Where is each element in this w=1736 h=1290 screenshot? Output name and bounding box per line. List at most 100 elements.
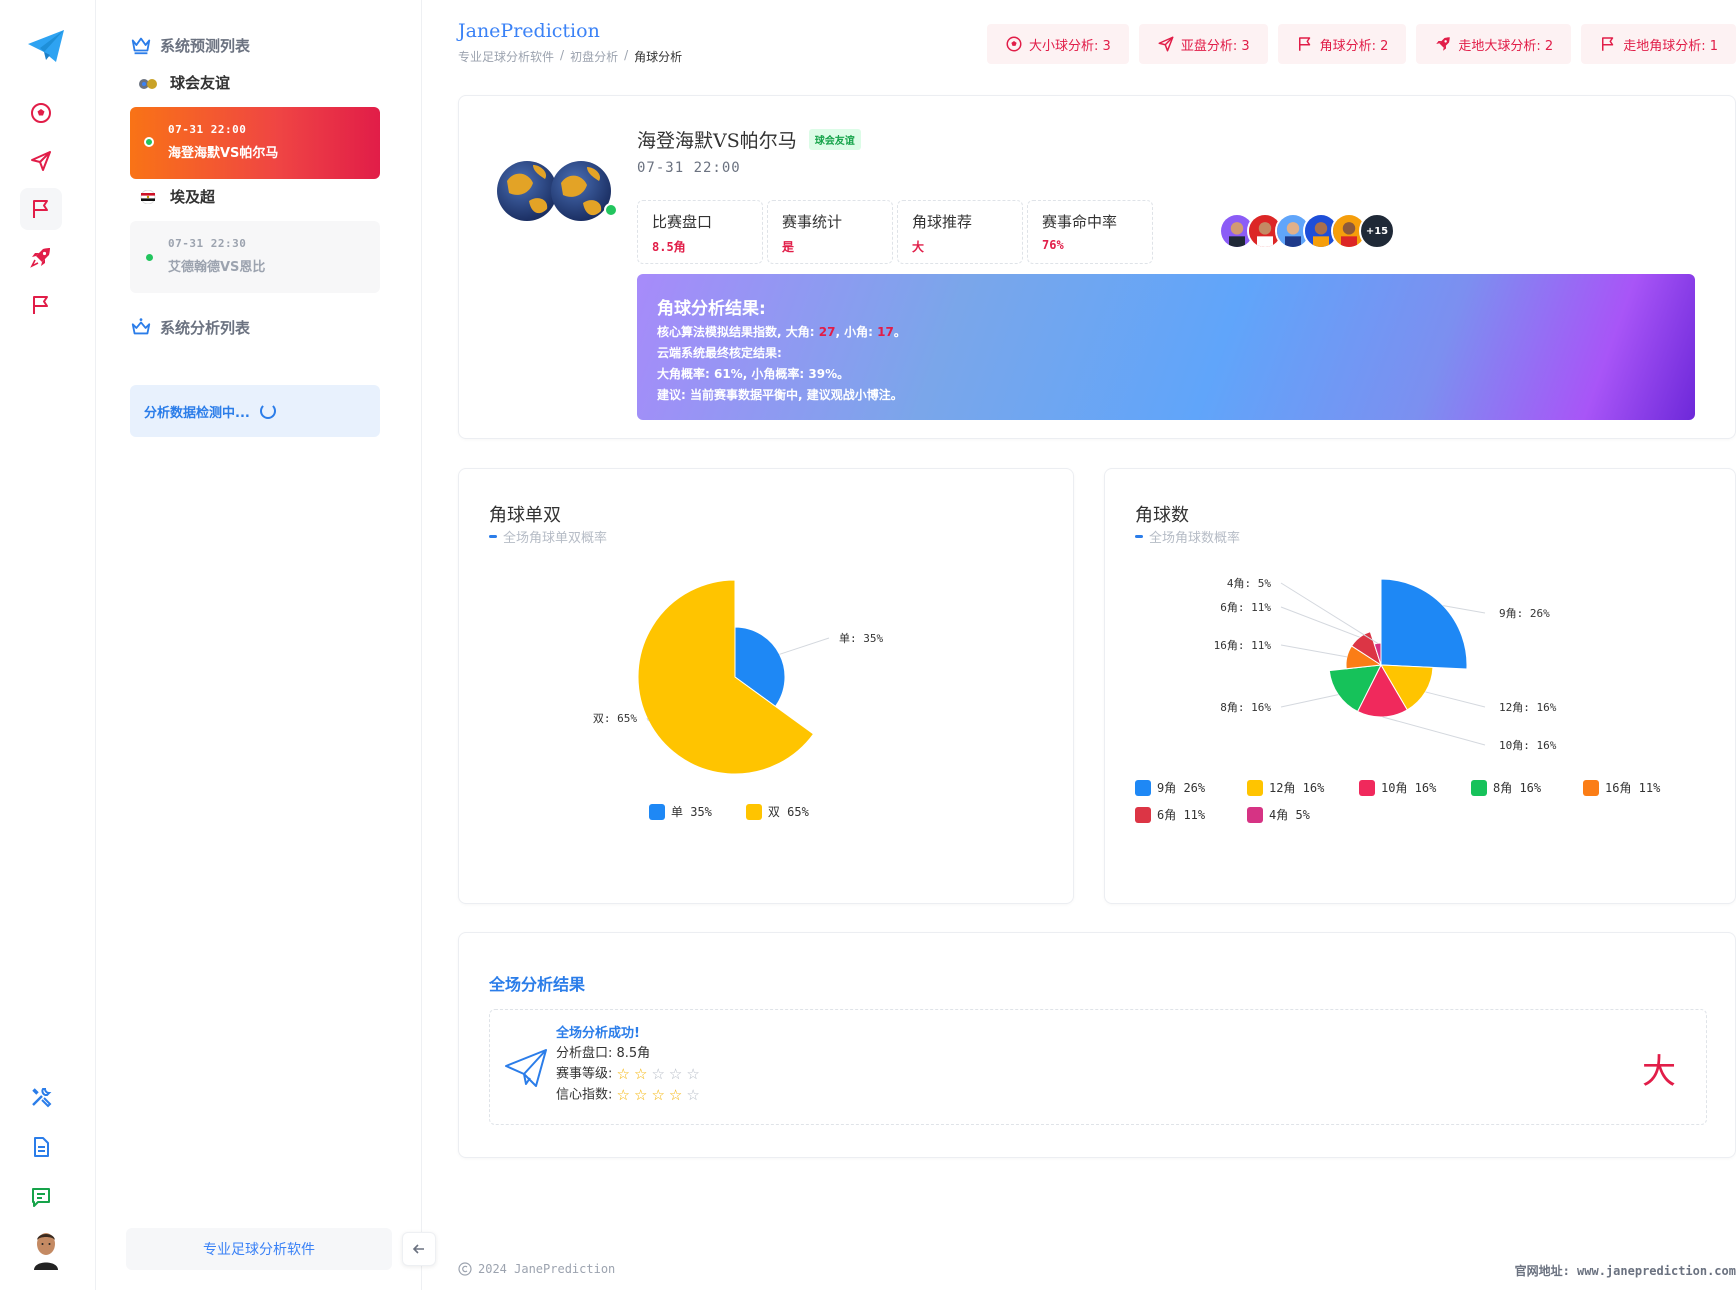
star-empty-icon: ☆ — [686, 1065, 700, 1083]
breadcrumb: 专业足球分析软件 / 初盘分析 / 角球分析 — [458, 48, 683, 65]
pill-goals-analysis[interactable]: 大小球分析: 3 — [987, 24, 1129, 64]
rating-stars: ☆ ☆ ☆ ☆ ☆ — [617, 1085, 700, 1105]
legend-swatch — [1359, 779, 1375, 796]
label-leader-line — [1425, 691, 1486, 708]
legend-item[interactable]: 9角 26% — [1135, 779, 1247, 796]
sidebar-footer-button[interactable]: 专业足球分析软件 — [126, 1228, 392, 1270]
legend-item[interactable]: 单 35% — [649, 803, 712, 820]
flag-icon[interactable] — [20, 188, 62, 230]
legend-swatch — [745, 803, 762, 820]
final-tip: 大 — [1642, 1052, 1676, 1092]
match-name: 艾德翰德VS恩比 — [168, 260, 266, 275]
match-time: 07-31 22:00 — [637, 160, 741, 176]
legend-swatch — [1247, 779, 1263, 796]
tools-icon[interactable] — [20, 1076, 62, 1118]
rocket-icon[interactable] — [20, 236, 62, 278]
breadcrumb-item[interactable]: 专业足球分析软件 — [458, 48, 554, 65]
legend-item[interactable]: 8角 16% — [1471, 779, 1583, 796]
odd-even-pie-chart: 单: 35% 双: 65% — [593, 579, 883, 775]
pill-label: 亚盘分析: 3 — [1180, 38, 1250, 54]
legend-label: 单 35% — [671, 805, 712, 819]
result-line-index: 核心算法模拟结果指数, 大角: 27, 小角: 17。 — [657, 325, 906, 339]
big-corner-index: 27 — [818, 325, 836, 339]
send-icon[interactable] — [20, 140, 62, 182]
analysis-list-label: 系统分析列表 — [160, 318, 251, 337]
legend-label: 12角 16% — [1269, 781, 1325, 795]
pie-label: 单: 35% — [839, 632, 883, 645]
breadcrumb-current: 角球分析 — [634, 50, 683, 64]
legend-item[interactable]: 12角 16% — [1247, 779, 1359, 796]
label-leader-line — [1382, 716, 1486, 746]
pie-label: 16角: 11% — [1214, 639, 1272, 652]
chart-legend: 9角 26% 12角 16% 10角 16% 8角 16% 16角 11% 6角 11% 4… — [1135, 779, 1715, 823]
analysis-success-text: 全场分析成功! — [556, 1026, 640, 1041]
website-link[interactable]: 官网地址: www.janeprediction.com — [1515, 1262, 1736, 1279]
match-item-active[interactable]: 07-31 22:00 海登海默VS帕尔马 — [130, 107, 380, 179]
copyright-text: 2024 JanePrediction — [478, 1262, 616, 1276]
user-avatar[interactable] — [30, 1230, 62, 1270]
legend-item[interactable]: 4角 5% — [1247, 806, 1359, 823]
pie-label: 9角: 26% — [1499, 607, 1550, 620]
pie-label: 4角: 5% — [1227, 577, 1271, 590]
league-name: 埃及超 — [170, 188, 216, 206]
legend-label: 9角 26% — [1157, 781, 1206, 795]
pill-label: 角球分析: 2 — [1319, 38, 1389, 54]
legend-swatch — [1135, 806, 1151, 823]
result-line-cloud: 云端系统最终核定结果: — [657, 346, 782, 360]
result-line-probability: 大角概率: 61%, 小角概率: 39%。 — [657, 367, 850, 381]
rocket-icon — [1436, 37, 1451, 51]
stat-statistics: 赛事统计 是 — [767, 200, 893, 264]
league-item[interactable]: 埃及超 — [138, 186, 215, 207]
legend-label: 4角 5% — [1269, 808, 1310, 822]
brand-title[interactable]: JanePrediction — [458, 20, 600, 42]
legend-item[interactable]: 16角 11% — [1583, 779, 1695, 796]
pill-asian-analysis[interactable]: 亚盘分析: 3 — [1138, 24, 1268, 64]
message-icon[interactable] — [20, 1176, 62, 1218]
pie-label: 8角: 16% — [1220, 701, 1271, 714]
stat-hit-rate: 赛事命中率 76% — [1027, 200, 1153, 264]
league-name: 球会友谊 — [170, 74, 231, 92]
pill-live-corner-analysis[interactable]: 走地角球分析: 1 — [1581, 24, 1736, 64]
pie-label: 12角: 16% — [1499, 701, 1557, 714]
pill-label: 走地大球分析: 2 — [1458, 38, 1554, 54]
chart-legend: 单 35% 双 65% — [649, 803, 909, 820]
flag-icon — [1298, 37, 1310, 51]
predict-list-title: 系统预测列表 — [130, 34, 250, 56]
legend-item[interactable]: 6角 11% — [1135, 806, 1247, 823]
pill-label: 大小球分析: 3 — [1029, 38, 1111, 54]
breadcrumb-item[interactable]: 初盘分析 — [570, 48, 618, 65]
corner-count-chart-card: 角球数 全场角球数概率 9角: 26% 12角: 16% 10角: 16% 8角: 1… — [1104, 468, 1736, 904]
label-leader-line — [1280, 694, 1339, 708]
pie-slice[interactable] — [637, 579, 815, 775]
star-filled-icon: ☆ — [633, 1085, 648, 1104]
pie-label: 双: 65% — [593, 712, 637, 725]
stat-corner-recommend: 角球推荐 大 — [897, 200, 1023, 264]
corner-result-panel: 角球分析结果: 核心算法模拟结果指数, 大角: 27, 小角: 17。 云端系统… — [637, 274, 1695, 420]
star-filled-icon: ☆ — [616, 1085, 630, 1104]
result-line-advice: 建议: 当前赛事数据平衡中, 建议观战小博注。 — [657, 388, 903, 402]
soccer-ball-icon[interactable] — [20, 92, 62, 134]
detecting-status: 分析数据检测中... — [130, 385, 380, 437]
star-empty-icon: ☆ — [668, 1065, 683, 1083]
predict-list-label: 系统预测列表 — [160, 36, 251, 55]
app-logo-icon[interactable] — [26, 26, 66, 66]
label-leader-line — [779, 637, 830, 655]
full-analysis-card: 全场分析结果 全场分析成功! 分析盘口: 8.5角 赛事等级: ☆ ☆ ☆ ☆ ☆ 信心… — [458, 932, 1736, 1158]
stat-label: 角球推荐 — [912, 213, 973, 231]
pill-live-goals-analysis[interactable]: 走地大球分析: 2 — [1416, 24, 1572, 64]
star-empty-icon: ☆ — [686, 1085, 700, 1104]
main-content: JanePrediction 专业足球分析软件 / 初盘分析 / 角球分析 大小… — [422, 0, 1736, 1290]
paper-plane-icon — [505, 1049, 547, 1087]
legend-item[interactable]: 10角 16% — [1359, 779, 1471, 796]
league-item[interactable]: 球会友谊 — [138, 72, 230, 93]
pill-corner-analysis[interactable]: 角球分析: 2 — [1277, 24, 1407, 64]
document-icon[interactable] — [20, 1126, 62, 1168]
legend-item[interactable]: 双 65% — [745, 803, 809, 820]
pie-slice[interactable] — [1380, 578, 1468, 670]
player-avatars[interactable]: +15 — [1219, 213, 1395, 249]
flag-outline-icon[interactable] — [20, 284, 62, 326]
more-avatars-badge[interactable]: +15 — [1359, 213, 1395, 249]
match-item[interactable]: 07-31 22:30 艾德翰德VS恩比 — [130, 221, 380, 293]
corner-count-pie-chart: 9角: 26% 12角: 16% 10角: 16% 8角: 16% 16角: 11% 6角… — [1214, 577, 1557, 752]
status-dot — [146, 254, 153, 261]
